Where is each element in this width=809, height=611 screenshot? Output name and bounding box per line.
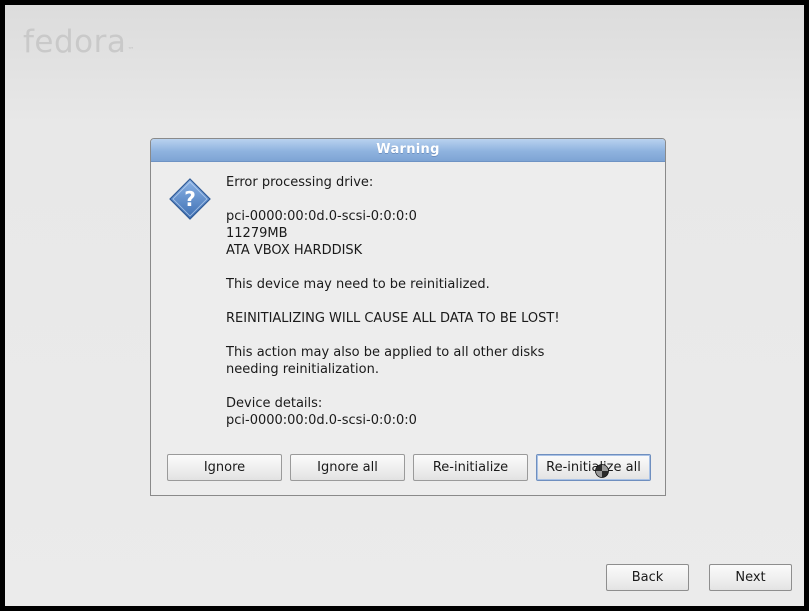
question-icon: ?	[169, 178, 211, 220]
back-button[interactable]: Back	[606, 564, 689, 591]
dialog-message: Error processing drive: pci-0000:00:0d.0…	[226, 174, 656, 429]
reinitialize-button[interactable]: Re-initialize	[413, 454, 528, 481]
data-loss-warning: REINITIALIZING WILL CAUSE ALL DATA TO BE…	[226, 311, 560, 326]
warning-dialog: Warning ? Error processing drive: pci-00…	[150, 138, 666, 496]
drive-size: 11279MB	[226, 226, 288, 241]
logo-text: fedora	[23, 24, 127, 60]
installer-screen: fedora™ Warning ? Error processing drive…	[5, 5, 804, 606]
svg-text:?: ?	[184, 187, 196, 211]
apply-all-line1: This action may also be applied to all o…	[226, 345, 545, 360]
ignore-all-button[interactable]: Ignore all	[290, 454, 405, 481]
drive-path: pci-0000:00:0d.0-scsi-0:0:0:0	[226, 209, 417, 224]
drive-model: ATA VBOX HARDDISK	[226, 243, 363, 258]
ignore-button[interactable]: Ignore	[167, 454, 282, 481]
fedora-logo: fedora™	[23, 27, 135, 58]
next-button[interactable]: Next	[709, 564, 792, 591]
device-details-label: Device details:	[226, 396, 323, 411]
dialog-title: Warning	[151, 139, 665, 162]
trademark-mark: ™	[127, 46, 135, 54]
apply-all-line2: needing reinitialization.	[226, 362, 379, 377]
error-intro: Error processing drive:	[226, 175, 374, 190]
reinit-notice: This device may need to be reinitialized…	[226, 277, 490, 292]
device-details-value: pci-0000:00:0d.0-scsi-0:0:0:0	[226, 413, 417, 428]
reinitialize-all-button[interactable]: Re-initialize all	[536, 454, 651, 481]
